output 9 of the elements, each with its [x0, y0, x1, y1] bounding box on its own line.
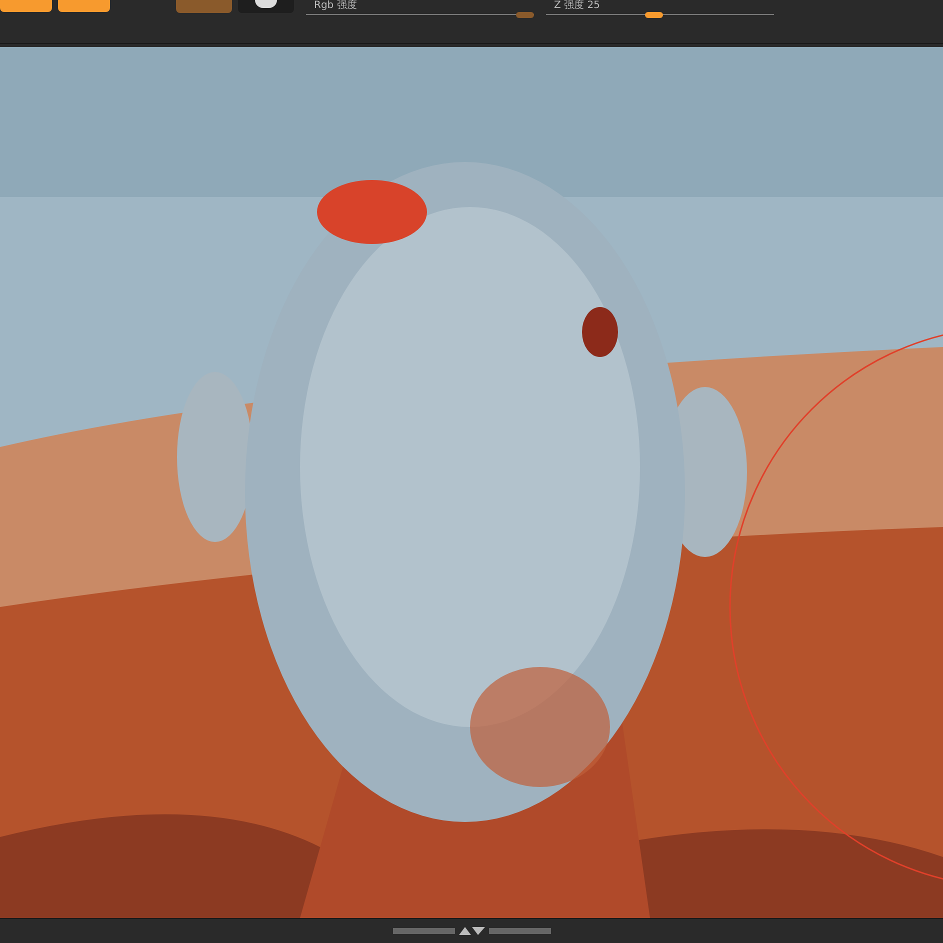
- drag-handle[interactable]: [488, 928, 550, 934]
- slider-thumb[interactable]: [644, 12, 663, 18]
- up-down-arrows-icon[interactable]: [458, 927, 484, 935]
- slider[interactable]: [306, 12, 534, 18]
- slider[interactable]: [546, 12, 774, 18]
- material-button[interactable]: [238, 0, 294, 13]
- drag-handle[interactable]: [392, 928, 454, 934]
- color-swatch[interactable]: [176, 0, 232, 13]
- slider-thumb[interactable]: [516, 12, 534, 18]
